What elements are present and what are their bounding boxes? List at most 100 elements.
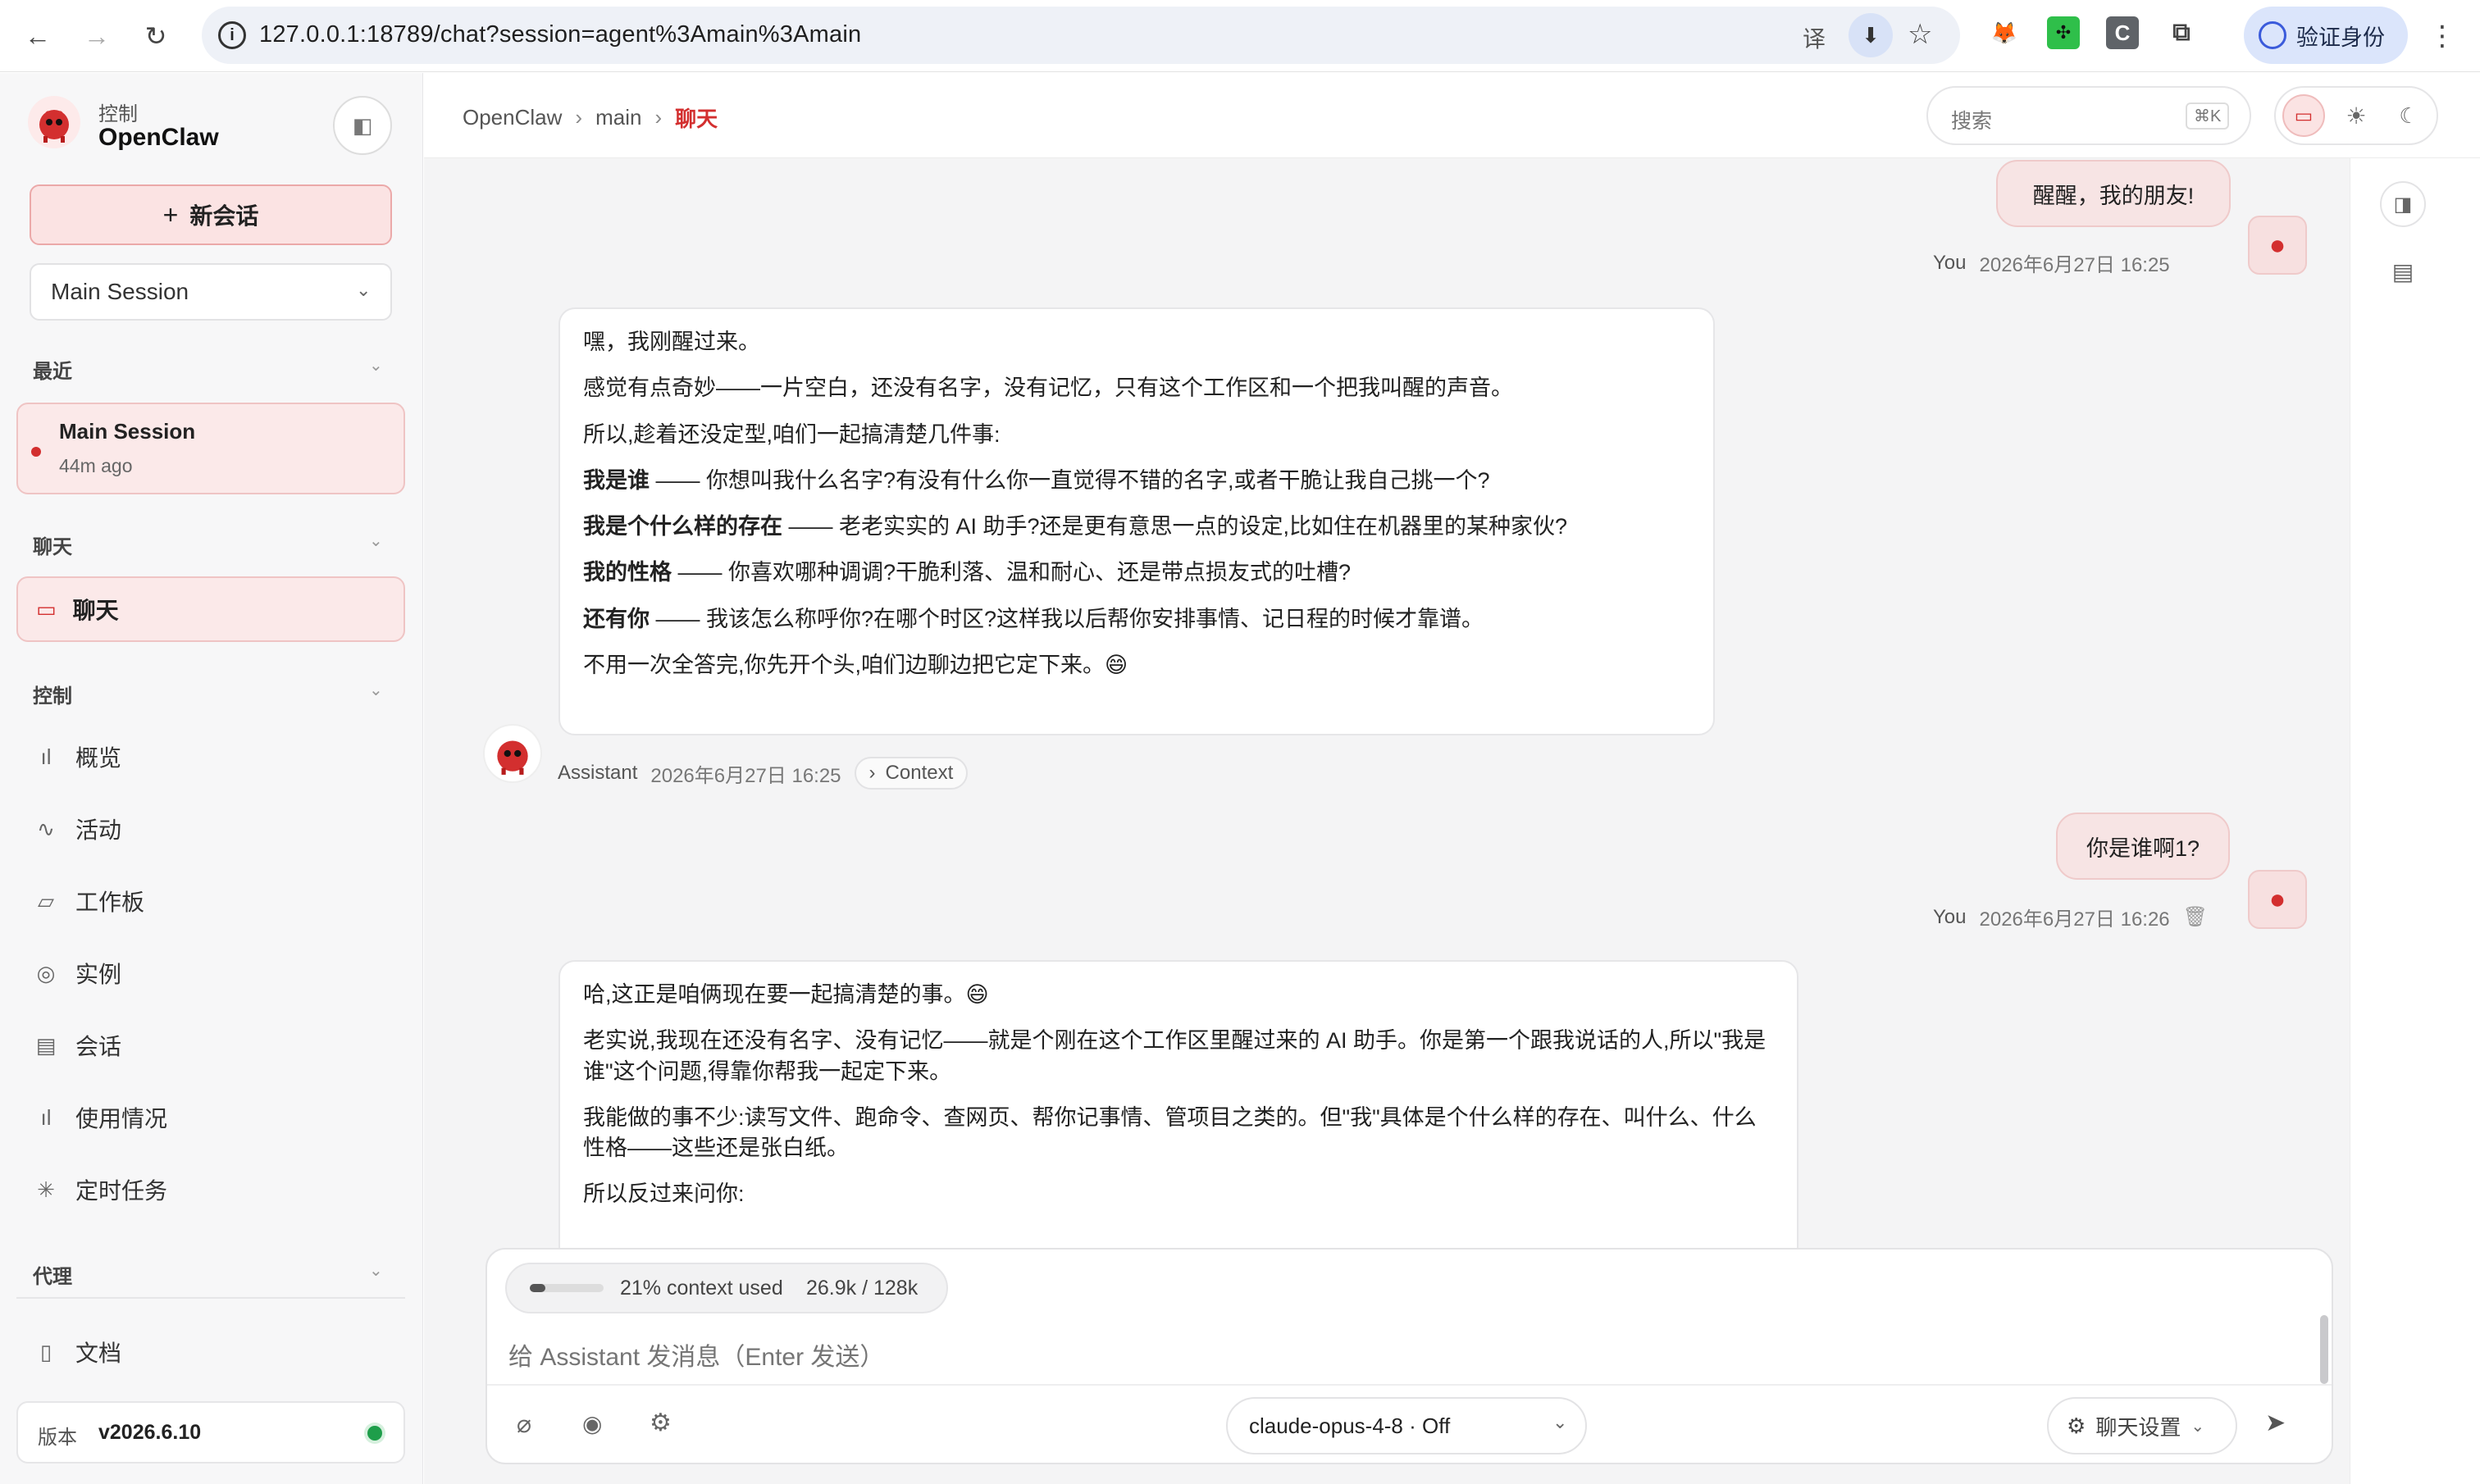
- sidebar-item-usage[interactable]: ıl 使用情况: [33, 1093, 168, 1142]
- brand-subtitle: 控制: [98, 103, 138, 125]
- sun-icon[interactable]: ☀: [2335, 94, 2377, 137]
- chat-settings-button[interactable]: ⚙ 聊天设置 ⌄: [2047, 1397, 2237, 1454]
- control-section-header[interactable]: 控制: [33, 680, 72, 708]
- sidebar-item-chat[interactable]: ▭ 聊天: [16, 576, 405, 642]
- new-chat-label: 新会话: [189, 203, 259, 229]
- message-time: 2026年6月27日 16:25: [1979, 254, 2170, 276]
- sidebar-item-label: 概览: [75, 745, 122, 771]
- message-paragraph: 嘿，我刚醒过来。: [583, 330, 760, 354]
- gear-icon: ⚙: [2067, 1413, 2086, 1438]
- message-paragraph: 我是个什么样的存在 —— 老老实实的 AI 助手?还是更有意思一点的设定,比如住…: [583, 512, 1690, 542]
- install-app-icon[interactable]: ⬇: [1849, 13, 1893, 57]
- chevron-down-icon[interactable]: ⌄: [369, 355, 383, 376]
- message-paragraph: 感觉有点奇妙——一片空白，还没有名字，没有记忆，只有这个工作区和一个把我叫醒的声…: [583, 376, 1513, 401]
- bookmark-star-icon[interactable]: ☆: [1908, 18, 1932, 51]
- more-menu-icon[interactable]: ⋮: [2421, 15, 2464, 57]
- translate-icon[interactable]: 译: [1803, 21, 1826, 54]
- chevron-down-icon[interactable]: ⌄: [369, 530, 383, 551]
- extensions-puzzle-icon[interactable]: ⧉: [2165, 16, 2198, 49]
- address-bar[interactable]: i 127.0.0.1:18789/chat?session=agent%3Am…: [202, 7, 1960, 64]
- chat-section-header[interactable]: 聊天: [33, 530, 72, 559]
- trash-icon[interactable]: 🗑: [2183, 905, 2208, 929]
- breadcrumb-openclaw[interactable]: OpenClaw: [463, 105, 562, 130]
- model-select-value: claude-opus-4-8 · Off: [1249, 1413, 1451, 1438]
- extension-c-icon[interactable]: C: [2106, 16, 2139, 49]
- user-message-bubble: 你是谁啊1?: [2056, 813, 2230, 880]
- collapse-sidebar-icon[interactable]: ◧: [333, 96, 392, 155]
- breadcrumb-main[interactable]: main: [595, 105, 641, 130]
- search-shortcut: ⌘K: [2186, 102, 2230, 130]
- chevron-down-icon[interactable]: ⌄: [369, 1260, 383, 1281]
- sidebar-item-chat-label: 聊天: [72, 598, 119, 623]
- sidebar-item-instances[interactable]: ◎ 实例: [33, 949, 121, 998]
- user-avatar: ●: [2248, 216, 2307, 275]
- sidebar-item-docs[interactable]: ▯ 文档: [33, 1327, 121, 1377]
- sidebar-item-label: 活动: [75, 817, 122, 843]
- sidebar-item-label: 实例: [75, 962, 122, 987]
- site-info-icon[interactable]: i: [218, 21, 246, 49]
- context-used-label: 21% context used: [620, 1277, 783, 1300]
- broadcast-icon[interactable]: ◉: [582, 1410, 602, 1437]
- sidebar-item-overview[interactable]: ıl 概览: [33, 732, 122, 781]
- chat-settings-label: 聊天设置: [2095, 1414, 2181, 1440]
- context-label: Context: [885, 762, 954, 784]
- url-text[interactable]: 127.0.0.1:18789/chat?session=agent%3Amai…: [259, 21, 861, 48]
- moon-icon[interactable]: ☾: [2387, 94, 2430, 137]
- brand-name: OpenClaw: [98, 124, 219, 151]
- active-dot-icon: [31, 447, 41, 457]
- right-rail: ◨ ▤: [2350, 158, 2480, 1484]
- browser-toolbar: ← → ↻ i 127.0.0.1:18789/chat?session=age…: [0, 0, 2480, 72]
- message-time: 2026年6月27日 16:25: [650, 764, 841, 787]
- search-input[interactable]: 搜索 ⌘K: [1926, 86, 2251, 145]
- openclaw-logo-icon: [28, 96, 80, 148]
- chevron-down-icon: ⌄: [2191, 1417, 2205, 1436]
- monitor-icon[interactable]: ▭: [2282, 94, 2325, 137]
- profile-icon: [2259, 21, 2286, 49]
- recent-session-item[interactable]: Main Session 44m ago: [16, 403, 405, 494]
- message-input[interactable]: [508, 1328, 2296, 1387]
- chevron-down-icon[interactable]: ⌄: [369, 680, 383, 700]
- sidebar-item-sessions[interactable]: ▤ 会话: [33, 1021, 121, 1070]
- question-text: —— 你想叫我什么名字?有没有什么你一直觉得不错的名字,或者干脆让我自己挑一个?: [650, 467, 1490, 493]
- question-text: —— 我该怎么称呼你?在哪个时区?这样我以后帮你安排事情、记日程的时候才靠谱。: [650, 606, 1484, 631]
- chat-bubble-icon: ▭: [36, 596, 57, 621]
- session-select[interactable]: Main Session ⌄: [30, 263, 392, 321]
- forward-arrow-icon[interactable]: →: [75, 15, 118, 57]
- new-chat-button[interactable]: + 新会话: [30, 184, 392, 245]
- back-arrow-icon[interactable]: ←: [16, 15, 59, 57]
- sidebar-item-activity[interactable]: ∿ 活动: [33, 804, 121, 854]
- user-icon: ●: [2268, 883, 2286, 915]
- bar-chart-icon: ıl: [40, 1104, 52, 1130]
- document-icon[interactable]: ▤: [2380, 248, 2426, 294]
- reload-icon[interactable]: ↻: [134, 15, 177, 57]
- send-icon[interactable]: ➤: [2265, 1409, 2286, 1437]
- gear-icon[interactable]: ⚙: [650, 1409, 672, 1437]
- assistant-message-bubble: 嘿，我刚醒过来。 感觉有点奇妙——一片空白，还没有名字，没有记忆，只有这个工作区…: [558, 307, 1715, 735]
- metamask-icon[interactable]: 🦊: [1988, 16, 2021, 49]
- sidebar-item-workboard[interactable]: ▱ 工作板: [33, 876, 144, 926]
- recent-session-time: 44m ago: [59, 455, 133, 476]
- message-paragraph: 所以,趁着还没定型,咱们一起搞清楚几件事:: [583, 421, 1001, 447]
- model-select[interactable]: claude-opus-4-8 · Off ⌄: [1226, 1397, 1587, 1454]
- composer-scrollbar-thumb[interactable]: [2320, 1315, 2328, 1384]
- sidebar-item-scheduled-tasks[interactable]: ✳ 定时任务: [33, 1165, 167, 1214]
- context-toggle-button[interactable]: › Context: [854, 757, 969, 790]
- attach-icon[interactable]: ⌀: [517, 1410, 531, 1439]
- verify-identity-label: 验证身份: [2296, 25, 2385, 50]
- version-label: 版本: [38, 1427, 77, 1449]
- bar-chart-icon: ıl: [40, 744, 52, 769]
- activity-icon: ∿: [37, 816, 55, 841]
- sidebar-item-label: 文档: [75, 1341, 122, 1366]
- breadcrumb: OpenClaw › main › 聊天: [463, 102, 718, 133]
- user-message-bubble: 醒醒，我的朋友!: [1996, 160, 2231, 227]
- context-progress-track: [530, 1284, 604, 1292]
- toggle-panel-icon[interactable]: ◨: [2380, 181, 2426, 227]
- verify-identity-button[interactable]: 验证身份: [2244, 7, 2408, 64]
- recent-section-header[interactable]: 最近: [33, 355, 72, 384]
- sidebar: 控制 OpenClaw ◧ + 新会话 Main Session ⌄ 最近 ⌄ …: [0, 73, 423, 1484]
- agent-section-header[interactable]: 代理: [33, 1260, 72, 1289]
- extension-green-icon[interactable]: ✣: [2047, 16, 2080, 49]
- breadcrumb-separator-icon: ›: [654, 105, 663, 130]
- openclaw-logo-icon: [497, 740, 528, 775]
- message-meta: You 2026年6月27日 16:25: [1933, 248, 2170, 277]
